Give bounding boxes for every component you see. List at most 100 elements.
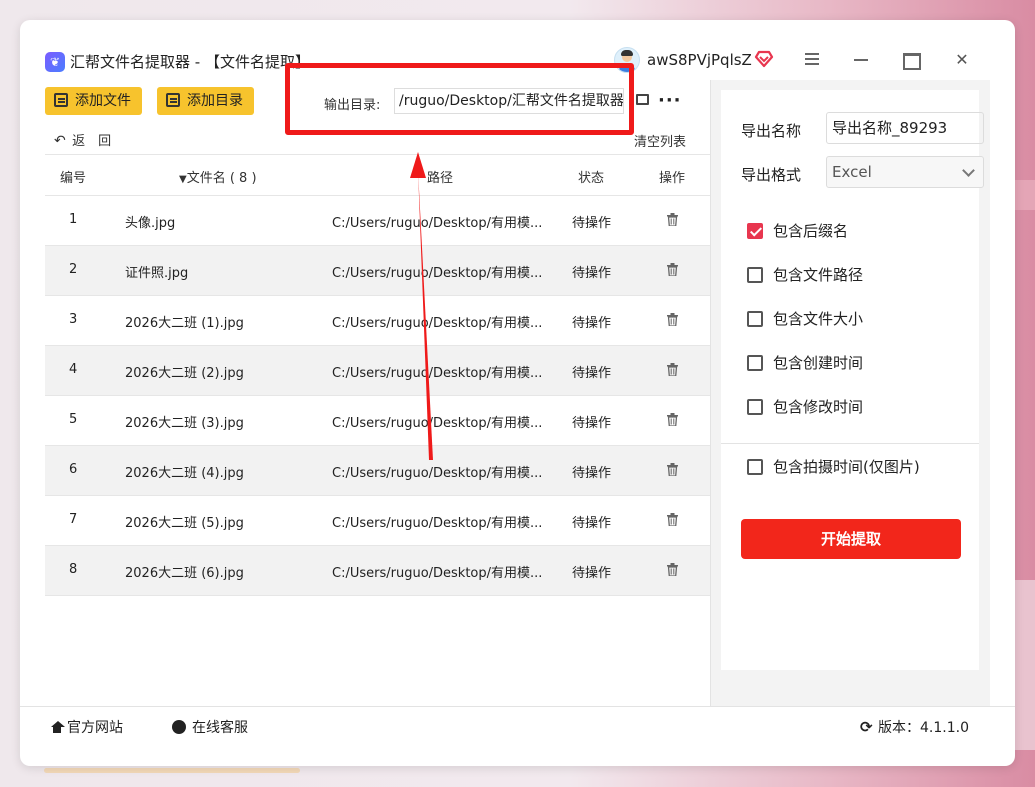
add-directory-label: 添加目录	[187, 93, 243, 109]
trash-icon[interactable]	[667, 513, 678, 526]
refresh-icon: ⟳	[860, 718, 873, 736]
option-checkbox[interactable]	[747, 355, 763, 371]
option-checkbox[interactable]	[747, 459, 763, 475]
minimize-icon[interactable]	[849, 50, 873, 70]
option-checkbox[interactable]	[747, 267, 763, 283]
row-index: 4	[69, 362, 78, 377]
row-index: 8	[69, 562, 78, 577]
add-file-label: 添加文件	[75, 93, 131, 109]
row-filename: 2026大二班 (4).jpg	[125, 466, 244, 481]
back-arrow-icon: ↶	[54, 133, 66, 149]
option-label[interactable]: 包含创建时间	[773, 352, 863, 373]
export-format-label: 导出格式	[741, 166, 802, 184]
table-row[interactable]: 6 2026大二班 (4).jpg C:/Users/ruguo/Desktop/有…	[45, 446, 710, 496]
version-info[interactable]: ⟳ 版本：4.1.1.0	[860, 717, 969, 737]
header-action: 操作	[659, 171, 686, 186]
start-extract-button[interactable]: 开始提取	[741, 519, 961, 559]
row-filename: 头像.jpg	[125, 216, 176, 231]
row-status: 待操作	[572, 316, 612, 331]
row-filename: 2026大二班 (5).jpg	[125, 516, 244, 531]
annotation-highlight-box	[285, 63, 634, 135]
background-stripe	[44, 768, 300, 773]
headset-icon	[172, 720, 186, 734]
vip-diamond-icon[interactable]	[754, 50, 774, 68]
option-label[interactable]: 包含拍摄时间(仅图片)	[773, 456, 920, 477]
settings-card: 导出名称 导出名称_89293 导出格式 Excel 包含后缀名 包含文件路径 包含…	[721, 90, 984, 670]
row-index: 2	[69, 262, 78, 277]
sort-down-icon: ▼	[179, 174, 187, 185]
row-status: 待操作	[572, 466, 612, 481]
option-checkbox[interactable]	[747, 399, 763, 415]
add-folder-icon	[166, 93, 180, 107]
table-row[interactable]: 3 2026大二班 (1).jpg C:/Users/ruguo/Desktop/有…	[45, 296, 710, 346]
table-row[interactable]: 1 头像.jpg C:/Users/ruguo/Desktop/有用模... 待操作	[45, 196, 710, 246]
export-format-select[interactable]: Excel	[826, 156, 984, 188]
trash-icon[interactable]	[667, 463, 678, 476]
row-status: 待操作	[572, 216, 612, 231]
table-row[interactable]: 4 2026大二班 (2).jpg C:/Users/ruguo/Desktop/有…	[45, 346, 710, 396]
option-label[interactable]: 包含文件路径	[773, 264, 863, 285]
online-service-link[interactable]: 在线客服	[172, 717, 248, 737]
trash-icon[interactable]	[667, 213, 678, 226]
clear-list-button[interactable]: 清空列表	[634, 131, 686, 150]
row-status: 待操作	[572, 366, 612, 381]
close-icon[interactable]: ✕	[950, 50, 974, 70]
export-name-input[interactable]: 导出名称_89293	[826, 112, 984, 144]
row-path: C:/Users/ruguo/Desktop/有用模...	[332, 516, 543, 531]
add-directory-button[interactable]: 添加目录	[157, 87, 254, 115]
username[interactable]: awS8PVjPqlsZ	[647, 51, 752, 69]
trash-icon[interactable]	[667, 313, 678, 326]
header-path: 路径	[427, 171, 454, 186]
row-filename: 2026大二班 (2).jpg	[125, 366, 244, 381]
table-row[interactable]: 5 2026大二班 (3).jpg C:/Users/ruguo/Desktop/有…	[45, 396, 710, 446]
online-service-label: 在线客服	[192, 720, 248, 736]
version-label: 版本：4.1.1.0	[878, 720, 969, 736]
official-website-label: 官方网站	[67, 720, 123, 736]
header-name-label: 文件名 ( 8 )	[186, 171, 257, 186]
row-filename: 2026大二班 (6).jpg	[125, 566, 244, 581]
trash-icon[interactable]	[667, 363, 678, 376]
row-path: C:/Users/ruguo/Desktop/有用模...	[332, 216, 543, 231]
back-button[interactable]: ↶ 返 回	[54, 130, 111, 149]
export-format-value: Excel	[832, 163, 872, 181]
row-index: 7	[69, 512, 78, 527]
settings-panel: 导出名称 导出名称_89293 导出格式 Excel 包含后缀名 包含文件路径 包含…	[710, 80, 990, 706]
header-name[interactable]: ▼文件名 ( 8 )	[179, 167, 257, 186]
official-website-link[interactable]: 官方网站	[50, 717, 123, 737]
row-filename: 2026大二班 (3).jpg	[125, 416, 244, 431]
header-status: 状态	[578, 171, 605, 186]
home-icon	[50, 721, 65, 733]
more-options-icon[interactable]: ···	[658, 90, 682, 111]
export-name-label: 导出名称	[741, 122, 802, 140]
option-label[interactable]: 包含后缀名	[773, 220, 848, 241]
row-index: 6	[69, 462, 78, 477]
table-row[interactable]: 2 证件照.jpg C:/Users/ruguo/Desktop/有用模... 待操作	[45, 246, 710, 296]
row-status: 待操作	[572, 266, 612, 281]
open-folder-icon[interactable]	[636, 94, 649, 105]
maximize-icon[interactable]	[900, 50, 924, 70]
menu-icon[interactable]	[800, 50, 824, 70]
add-file-icon	[54, 93, 68, 107]
chevron-down-icon	[962, 164, 975, 177]
option-label[interactable]: 包含文件大小	[773, 308, 863, 329]
row-path: C:/Users/ruguo/Desktop/有用模...	[332, 316, 543, 331]
trash-icon[interactable]	[667, 263, 678, 276]
row-status: 待操作	[572, 516, 612, 531]
table-row[interactable]: 7 2026大二班 (5).jpg C:/Users/ruguo/Desktop/有…	[45, 496, 710, 546]
option-checkbox[interactable]	[747, 223, 763, 239]
row-filename: 证件照.jpg	[125, 266, 189, 281]
trash-icon[interactable]	[667, 563, 678, 576]
trash-icon[interactable]	[667, 413, 678, 426]
option-checkbox[interactable]	[747, 311, 763, 327]
table-row[interactable]: 8 2026大二班 (6).jpg C:/Users/ruguo/Desktop/有…	[45, 546, 710, 596]
table-header: 编号 ▼文件名 ( 8 ) 路径 状态 操作	[45, 154, 710, 196]
row-path: C:/Users/ruguo/Desktop/有用模...	[332, 416, 543, 431]
row-path: C:/Users/ruguo/Desktop/有用模...	[332, 566, 543, 581]
row-index: 5	[69, 412, 78, 427]
row-index: 3	[69, 312, 78, 327]
add-file-button[interactable]: 添加文件	[45, 87, 142, 115]
row-status: 待操作	[572, 416, 612, 431]
row-status: 待操作	[572, 566, 612, 581]
option-label[interactable]: 包含修改时间	[773, 396, 863, 417]
row-path: C:/Users/ruguo/Desktop/有用模...	[332, 466, 543, 481]
